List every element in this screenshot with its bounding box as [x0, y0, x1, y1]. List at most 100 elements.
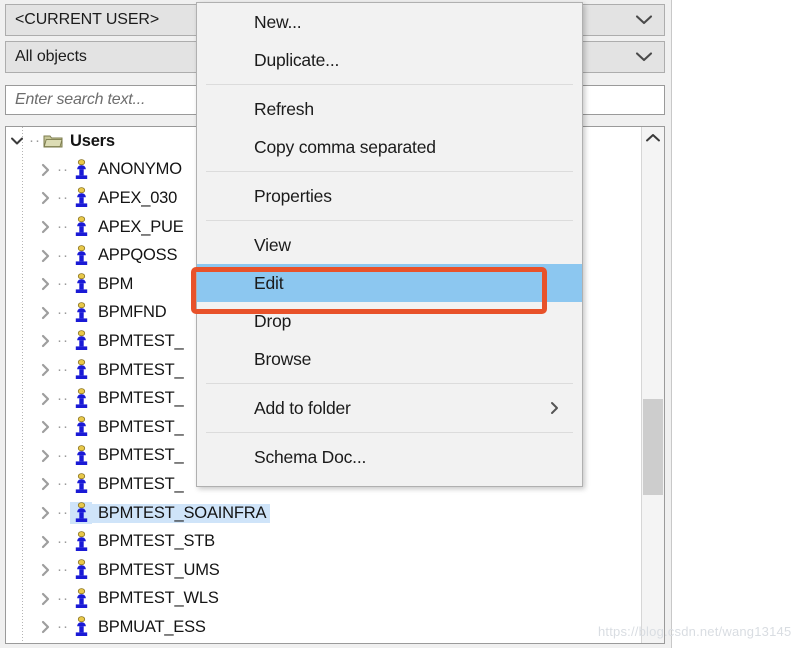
chevron-right-icon[interactable]: [34, 470, 56, 498]
user-icon: [70, 530, 92, 553]
tree-row[interactable]: ·· BPMTEST_STB: [6, 527, 640, 556]
user-icon: [70, 559, 92, 581]
tree-dot-connector: ··: [57, 475, 69, 493]
tree-dot-connector: ··: [57, 361, 69, 379]
tree-dot-connector: ··: [29, 132, 41, 150]
menu-item-label: Edit: [254, 272, 284, 293]
tree-row-label: BPMTEST_STB: [98, 532, 215, 551]
tree-row[interactable]: ·· BPMTEST_WLS: [6, 585, 640, 614]
chevron-right-icon[interactable]: [34, 242, 56, 270]
tree-dot-connector: ··: [57, 418, 69, 436]
menu-separator: [206, 171, 573, 172]
menu-item-label: Properties: [254, 185, 332, 206]
menu-item-browse[interactable]: Browse: [197, 340, 582, 378]
chevron-right-icon[interactable]: [34, 299, 56, 327]
menu-item-duplicate[interactable]: Duplicate...: [197, 41, 582, 79]
watermark: https://blog.csdn.net/wang13145: [598, 624, 792, 639]
menu-item-new[interactable]: New...: [197, 3, 582, 41]
menu-item-drop[interactable]: Drop: [197, 302, 582, 340]
menu-item-view[interactable]: View: [197, 226, 582, 264]
user-icon: [70, 216, 92, 238]
tree-row-label: BPMTEST_: [98, 331, 184, 350]
tree-dot-connector: ··: [57, 589, 69, 607]
tree-row-label: Users: [70, 131, 115, 150]
tree-row-label: BPMTEST_: [98, 474, 184, 493]
chevron-right-icon[interactable]: [34, 556, 56, 584]
menu-separator: [206, 84, 573, 85]
tree-dot-connector: ··: [57, 275, 69, 293]
tree-row-label: ANONYMO: [98, 160, 182, 179]
user-icon: [70, 473, 92, 495]
menu-item-refresh[interactable]: Refresh: [197, 90, 582, 128]
chevron-right-icon[interactable]: [34, 385, 56, 413]
user-icon: [70, 416, 92, 438]
menu-item-edit[interactable]: Edit: [197, 264, 582, 302]
tree-row[interactable]: ·· BPMUAT_ESS: [6, 613, 640, 642]
tree-row[interactable]: ·· BPMTEST_UMS: [6, 556, 640, 585]
tree-row-label: BPMFND: [98, 303, 167, 322]
context-menu[interactable]: New... Duplicate... Refresh Copy comma sepa…: [196, 2, 583, 487]
tree-row-label: BPMTEST_: [98, 417, 184, 436]
tree-dot-connector: ··: [57, 504, 69, 522]
tree-dot-connector: ··: [57, 561, 69, 579]
chevron-right-icon[interactable]: [34, 585, 56, 613]
chevron-down-icon[interactable]: [624, 42, 664, 72]
tree-dot-connector: ··: [57, 160, 69, 178]
menu-item-add-to-folder[interactable]: Add to folder: [197, 389, 582, 427]
tree-vertical-scrollbar[interactable]: [641, 127, 664, 643]
tree-row-label: BPMTEST_WLS: [98, 589, 219, 608]
chevron-right-icon[interactable]: [34, 270, 56, 298]
chevron-right-icon[interactable]: [34, 327, 56, 355]
user-icon: [70, 359, 92, 381]
chevron-right-icon[interactable]: [34, 442, 56, 470]
tree-dot-connector: ··: [57, 389, 69, 407]
chevron-right-icon[interactable]: [34, 413, 56, 441]
user-icon: [70, 330, 92, 352]
menu-item-label: Copy comma separated: [254, 136, 436, 157]
folder-icon: [42, 133, 64, 149]
menu-item-schema-doc[interactable]: Schema Doc...: [197, 438, 582, 476]
user-icon: [70, 187, 92, 209]
chevron-right-icon[interactable]: [34, 528, 56, 556]
tree-row[interactable]: ··BPMUAT_IAU: [6, 642, 640, 643]
user-icon: [70, 159, 92, 181]
tree-row-label: BPMTEST_: [98, 389, 184, 408]
search-input-placeholder: Enter search text...: [15, 91, 146, 108]
application-window: <CURRENT USER> All objects Enter search …: [0, 0, 800, 648]
tree-dot-connector: ··: [57, 618, 69, 636]
menu-item-label: Browse: [254, 348, 312, 369]
chevron-right-icon[interactable]: [549, 389, 560, 427]
tree-row-label: BPM: [98, 274, 134, 293]
scrollbar-thumb[interactable]: [643, 399, 663, 495]
chevron-right-icon[interactable]: [34, 184, 56, 212]
menu-separator: [206, 432, 573, 433]
tree-row-label: BPMTEST_: [98, 446, 184, 465]
chevron-right-icon[interactable]: [34, 499, 56, 527]
tree-row-label: APPQOSS: [98, 246, 178, 265]
chevron-right-icon[interactable]: [34, 213, 56, 241]
user-icon: [70, 387, 92, 410]
menu-item-label: View: [254, 234, 291, 255]
chevron-right-icon[interactable]: [34, 356, 56, 384]
tree-dot-connector: ··: [57, 303, 69, 321]
chevron-right-icon[interactable]: [34, 613, 56, 641]
user-icon: [70, 616, 92, 638]
user-icon: [70, 244, 92, 267]
user-icon: [70, 302, 92, 324]
chevron-right-icon[interactable]: [34, 642, 56, 643]
chevron-right-icon[interactable]: [34, 156, 56, 184]
chevron-down-icon[interactable]: [624, 5, 664, 35]
tree-dot-connector: ··: [57, 332, 69, 350]
tree-row-label: BPMUAT_ESS: [98, 617, 206, 636]
tree-row-label: BPMTEST_SOAINFRA: [92, 503, 271, 523]
menu-item-copy-comma-separated[interactable]: Copy comma separated: [197, 128, 582, 166]
tree-row[interactable]: ·· BPMTEST_SOAINFRA: [6, 499, 640, 528]
menu-item-label: Schema Doc...: [254, 446, 367, 467]
tree-row-label: BPMTEST_: [98, 360, 184, 379]
tree-row-label: APEX_030: [98, 188, 178, 207]
chevron-up-icon[interactable]: [642, 127, 664, 149]
menu-item-properties[interactable]: Properties: [197, 177, 582, 215]
menu-separator: [206, 383, 573, 384]
menu-item-label: Drop: [254, 310, 292, 331]
chevron-down-icon[interactable]: [6, 127, 28, 155]
